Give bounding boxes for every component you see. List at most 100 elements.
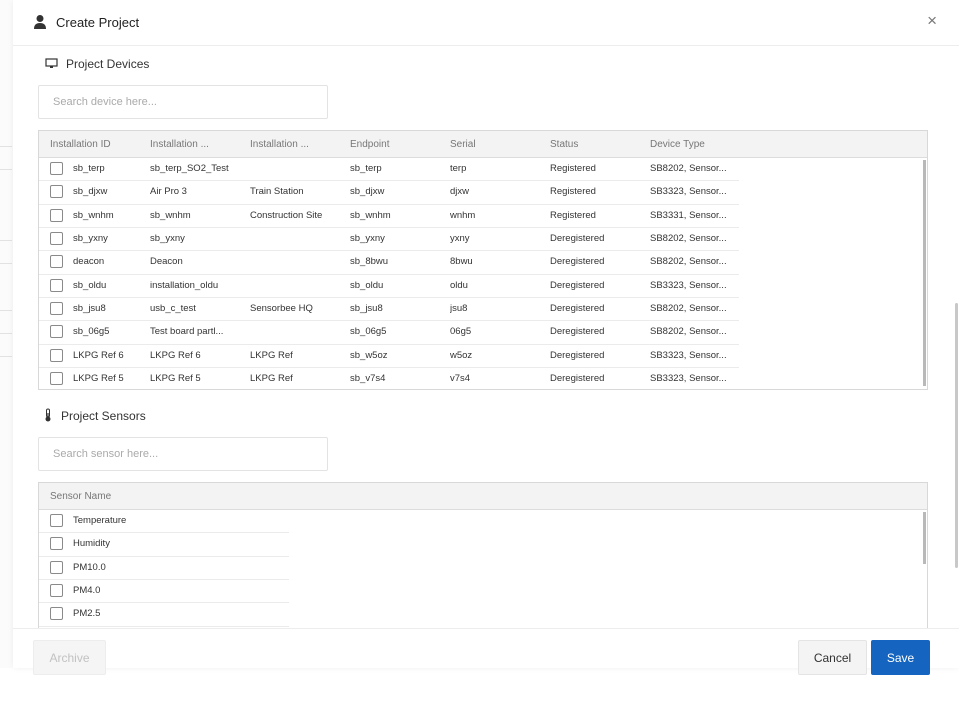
- table-cell: LKPG Ref 6: [150, 349, 201, 361]
- modal-footer: Archive Cancel Save: [13, 628, 959, 675]
- table-cell: [250, 158, 340, 181]
- row-checkbox[interactable]: [50, 584, 63, 598]
- table-row[interactable]: sb_terp sb_terp_SO2_Test sb_terp terp Regist…: [39, 158, 739, 182]
- row-checkbox[interactable]: [50, 208, 63, 222]
- table-cell: sb_yxny: [350, 233, 385, 245]
- thermometer-icon: [45, 408, 51, 422]
- table-cell: LKPG Ref 5: [73, 373, 124, 385]
- monitor-icon: [45, 58, 58, 68]
- close-icon[interactable]: ×: [927, 12, 937, 29]
- table-cell: w5oz: [450, 349, 473, 361]
- user-icon: [34, 15, 46, 29]
- table-row[interactable]: sb_06g5 Test board partl... sb_06g5 06g5 Der…: [39, 321, 739, 345]
- table-cell: [250, 251, 340, 274]
- table-cell: LKPG Ref 5: [150, 373, 201, 385]
- row-checkbox[interactable]: [50, 162, 63, 175]
- table-cell: usb_c_test: [150, 303, 196, 315]
- table-row[interactable]: sb_jsu8 usb_c_test Sensorbee HQ sb_jsu8 jsu8…: [39, 298, 739, 322]
- table-cell: SB3323, Sensor...: [650, 349, 727, 361]
- list-item[interactable]: Humidity: [39, 533, 289, 557]
- table-cell: sb_06g5: [73, 326, 110, 338]
- archive-button[interactable]: Archive: [33, 640, 106, 675]
- modal-scrollbar[interactable]: [953, 47, 959, 628]
- row-checkbox[interactable]: [50, 278, 63, 292]
- table-row[interactable]: deacon Deacon sb_8bwu 8bwu Deregistered SB820…: [39, 251, 739, 275]
- table-cell: SB3323, Sensor...: [650, 373, 727, 385]
- table-row[interactable]: sb_wnhm sb_wnhm Construction Site sb_wnhm wn…: [39, 205, 739, 229]
- row-checkbox[interactable]: [50, 560, 63, 574]
- row-checkbox[interactable]: [50, 607, 63, 621]
- table-cell: installation_oldu: [150, 279, 219, 291]
- table-row[interactable]: sb_oldu installation_oldu sb_oldu oldu Dereg…: [39, 275, 739, 299]
- row-checkbox[interactable]: [50, 537, 63, 551]
- table-cell: sb_terp: [350, 163, 382, 174]
- table-cell: 06g5: [450, 326, 472, 338]
- table-cell: Registered: [550, 163, 596, 174]
- table-cell: sb_oldu: [73, 279, 107, 291]
- table-cell: Sensorbee HQ: [250, 303, 313, 315]
- modal-title: Create Project: [56, 15, 140, 30]
- row-checkbox[interactable]: [50, 185, 63, 199]
- table-row[interactable]: sb_yxny sb_yxny sb_yxny yxny Deregistered SB8…: [39, 228, 739, 252]
- table-cell: LKPG Ref 6: [73, 349, 124, 361]
- table-cell: oldu: [450, 279, 468, 291]
- table-cell: Deacon: [150, 256, 183, 268]
- column-header[interactable]: Installation ...: [150, 131, 240, 158]
- devices-table-scrollbar[interactable]: [922, 158, 927, 389]
- table-cell: sb_v7s4: [350, 373, 386, 385]
- row-checkbox[interactable]: [50, 232, 63, 246]
- table-cell: sb_djxw: [73, 186, 108, 198]
- row-checkbox[interactable]: [50, 325, 63, 339]
- table-cell: sb_w5oz: [350, 349, 388, 361]
- row-checkbox[interactable]: [50, 514, 63, 527]
- table-cell: sb_yxny: [150, 233, 185, 245]
- column-header[interactable]: Status: [550, 131, 640, 158]
- row-checkbox[interactable]: [50, 348, 63, 362]
- row-checkbox[interactable]: [50, 372, 63, 386]
- modal-header: Create Project ×: [13, 0, 959, 46]
- devices-table-header: Installation ID Installation ... Installat…: [39, 131, 927, 158]
- devices-table: Installation ID Installation ... Installat…: [38, 130, 928, 390]
- list-item[interactable]: Temperature: [39, 510, 289, 534]
- table-cell: SB8202, Sensor...: [650, 256, 727, 268]
- table-cell: Air Pro 3: [150, 186, 187, 198]
- column-header[interactable]: Installation ID: [50, 131, 140, 158]
- table-cell: deacon: [73, 256, 105, 268]
- device-search-input[interactable]: [38, 85, 328, 119]
- column-header[interactable]: Endpoint: [350, 131, 440, 158]
- sensors-table-scrollbar[interactable]: [922, 510, 927, 628]
- sensor-name: PM4.0: [73, 585, 101, 597]
- table-cell: Construction Site: [250, 209, 323, 221]
- row-checkbox[interactable]: [50, 255, 63, 269]
- sensor-name: PM2.5: [73, 608, 101, 620]
- cancel-button[interactable]: Cancel: [798, 640, 867, 675]
- table-cell: sb_06g5: [350, 326, 387, 338]
- table-cell: SB3331, Sensor...: [650, 209, 727, 221]
- sensor-name: Humidity: [73, 538, 110, 550]
- table-cell: [250, 275, 340, 298]
- column-header[interactable]: Installation ...: [250, 131, 340, 158]
- table-row[interactable]: LKPG Ref 5 LKPG Ref 5 LKPG Ref sb_v7s4 v7s4 D…: [39, 368, 739, 389]
- table-row[interactable]: sb_djxw Air Pro 3 Train Station sb_djxw djxw…: [39, 181, 739, 205]
- sensors-section-title: Project Sensors: [61, 409, 146, 423]
- sensors-table: Sensor Name Temperature Humidity PM10.0 PM4…: [38, 482, 928, 628]
- sensor-search-input[interactable]: [38, 437, 328, 471]
- create-project-modal: Create Project × Project Devices Install…: [13, 0, 959, 675]
- list-item[interactable]: PM2.5: [39, 603, 289, 627]
- table-row[interactable]: LKPG Ref 6 LKPG Ref 6 LKPG Ref sb_w5oz w5oz D…: [39, 345, 739, 369]
- table-cell: sb_wnhm: [150, 209, 191, 221]
- column-header[interactable]: Device Type: [650, 131, 735, 158]
- devices-section-title: Project Devices: [66, 57, 150, 71]
- list-item[interactable]: PM4.0: [39, 580, 289, 604]
- table-cell: Train Station: [250, 186, 304, 198]
- list-item[interactable]: PM10.0: [39, 557, 289, 581]
- column-header[interactable]: Serial: [450, 131, 540, 158]
- table-cell: v7s4: [450, 373, 471, 385]
- table-cell: SB8202, Sensor...: [650, 303, 727, 315]
- table-cell: sb_wnhm: [350, 209, 391, 221]
- table-cell: sb_djxw: [350, 186, 385, 198]
- column-header[interactable]: Sensor Name: [50, 483, 250, 510]
- save-button[interactable]: Save: [871, 640, 930, 675]
- row-checkbox[interactable]: [50, 302, 63, 316]
- table-cell: wnhm: [450, 209, 476, 221]
